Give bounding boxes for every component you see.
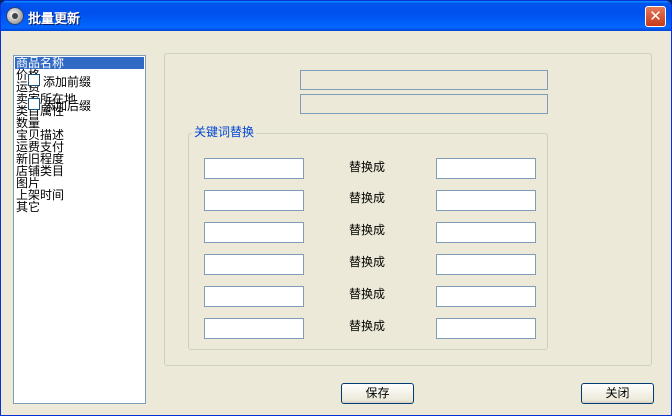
replace-with-label: 替换成	[349, 223, 386, 237]
list-item[interactable]: 新旧程度	[15, 153, 144, 165]
list-item[interactable]: 上架时间	[15, 189, 144, 201]
add-prefix-checkbox[interactable]	[28, 74, 40, 86]
save-button[interactable]: 保存	[341, 383, 414, 404]
keyword-replace-title: 关键词替换	[192, 123, 257, 140]
dialog-body: 商品名称 价格 运费 卖家所在地 类目属性 数量 宝贝描述 运费支付 新旧程度 …	[5, 31, 667, 413]
batch-update-window: 批量更新 ✕ 商品名称 价格 运费 卖家所在地 类目属性 数量 宝贝描述 运费支…	[0, 0, 672, 416]
replace-input[interactable]	[436, 190, 536, 211]
replace-with-label: 替换成	[349, 319, 386, 333]
close-window-button[interactable]: ✕	[645, 6, 666, 27]
replace-input[interactable]	[436, 318, 536, 339]
list-item[interactable]: 运费支付	[15, 141, 144, 153]
replace-with-label: 替换成	[349, 287, 386, 301]
add-prefix-label[interactable]: 添加前缀	[43, 73, 91, 90]
suffix-input[interactable]	[300, 94, 548, 114]
list-item[interactable]: 数量	[15, 117, 144, 129]
replace-input[interactable]	[436, 286, 536, 307]
replace-with-label: 替换成	[349, 160, 386, 174]
list-item[interactable]: 宝贝描述	[15, 129, 144, 141]
replace-with-label: 替换成	[349, 191, 386, 205]
close-button[interactable]: 关闭	[581, 383, 654, 404]
app-disc-icon	[7, 8, 23, 24]
list-item[interactable]: 其它	[15, 201, 144, 213]
list-item[interactable]: 图片	[15, 177, 144, 189]
replace-input[interactable]	[436, 222, 536, 243]
replace-input[interactable]	[436, 158, 536, 179]
replace-with-label: 替换成	[349, 255, 386, 269]
find-input[interactable]	[204, 190, 304, 211]
find-input[interactable]	[204, 158, 304, 179]
find-input[interactable]	[204, 254, 304, 275]
window-title: 批量更新	[28, 12, 81, 27]
find-input[interactable]	[204, 222, 304, 243]
prefix-input[interactable]	[300, 70, 548, 90]
replace-input[interactable]	[436, 254, 536, 275]
add-suffix-label[interactable]: 添加后缀	[43, 97, 91, 114]
find-input[interactable]	[204, 318, 304, 339]
find-input[interactable]	[204, 286, 304, 307]
list-item[interactable]: 商品名称	[15, 57, 144, 69]
add-suffix-checkbox[interactable]	[28, 98, 40, 110]
list-item[interactable]: 店铺类目	[15, 165, 144, 177]
title-bar[interactable]: 批量更新 ✕	[1, 1, 671, 31]
